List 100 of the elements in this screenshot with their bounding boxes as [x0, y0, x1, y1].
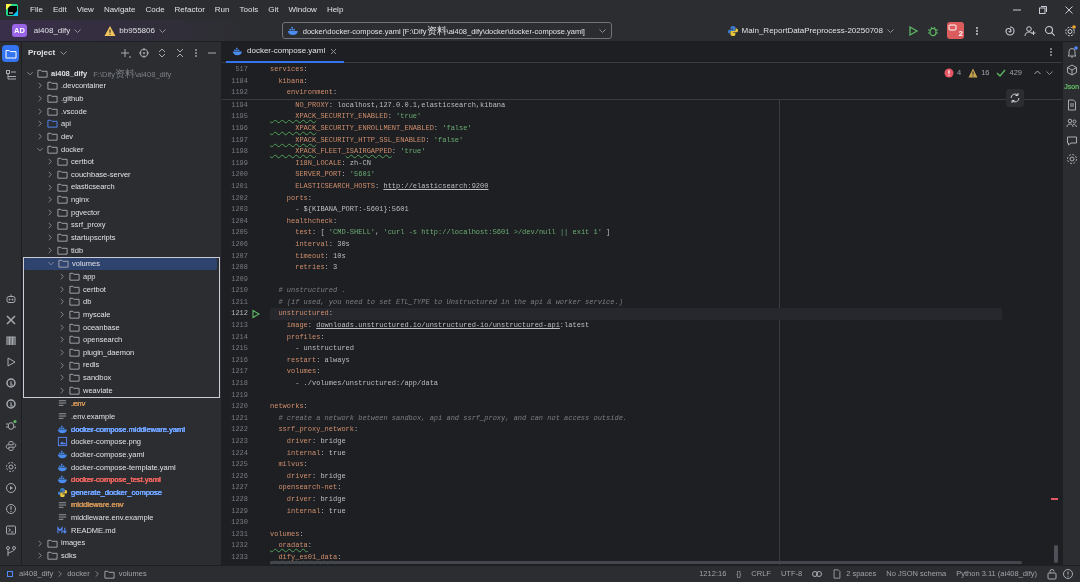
chevron-icon[interactable]	[46, 157, 54, 167]
chevron-icon[interactable]	[46, 220, 54, 230]
play-icon[interactable]	[907, 24, 919, 37]
restore-icon[interactable]	[1038, 5, 1048, 15]
text-file-icon	[57, 499, 68, 511]
menu-item[interactable]: Edit	[48, 2, 71, 18]
chevron-icon[interactable]	[36, 81, 44, 91]
menu-item[interactable]: Refactor	[170, 2, 209, 18]
chevron-icon[interactable]	[58, 347, 66, 357]
chevron-icon[interactable]	[58, 335, 66, 345]
stop-button[interactable]: 2	[947, 22, 964, 39]
gear-icon[interactable]	[1065, 152, 1078, 165]
chevron-icon	[56, 569, 65, 579]
settings-icon[interactable]	[1064, 24, 1076, 37]
chevron-icon[interactable]	[46, 233, 54, 243]
chevron-icon[interactable]	[36, 119, 44, 129]
structure-icon	[4, 68, 17, 81]
chevron-icon[interactable]	[36, 106, 44, 116]
app-logo-icon	[6, 4, 18, 16]
status-icon[interactable]	[1062, 568, 1074, 580]
chevron-icon[interactable]	[58, 284, 66, 294]
ring-icon	[4, 376, 17, 389]
more-icon[interactable]	[1048, 47, 1054, 57]
whale-icon	[57, 474, 68, 486]
chevron-icon[interactable]	[58, 385, 66, 395]
menu-item[interactable]: File	[26, 2, 47, 18]
chevron-icon[interactable]	[46, 245, 54, 255]
play-circle-icon	[4, 481, 17, 494]
gear-icon	[4, 460, 17, 473]
menu-item[interactable]: Run	[210, 2, 234, 18]
add-user-icon[interactable]	[1024, 24, 1036, 37]
error-stripe-mark	[1051, 498, 1058, 500]
editor-tab[interactable]: docker-compose.yaml	[226, 42, 345, 63]
tool-window-button[interactable]	[2, 45, 19, 62]
image-file-icon	[57, 436, 68, 448]
chevron-icon[interactable]	[58, 272, 66, 282]
problems-icon	[4, 502, 17, 515]
chevron-icon[interactable]	[36, 538, 44, 548]
chevron-icon[interactable]	[58, 297, 66, 307]
chevron-icon[interactable]	[36, 551, 44, 561]
bug-icon[interactable]	[927, 24, 939, 37]
warning-icon	[968, 67, 979, 78]
down-icon[interactable]	[1045, 68, 1054, 78]
folder-icon	[37, 67, 48, 79]
expand-icon[interactable]	[157, 47, 167, 58]
run-icon	[4, 355, 17, 368]
menu-item[interactable]: Code	[141, 2, 169, 18]
chevron-icon[interactable]	[46, 195, 54, 205]
bell-icon[interactable]	[1065, 46, 1078, 58]
chat-icon[interactable]	[1065, 134, 1078, 147]
chevron-icon[interactable]	[58, 322, 66, 332]
scrollbar-thumb[interactable]	[1054, 545, 1058, 563]
folder-icon	[69, 321, 80, 333]
menu-item[interactable]: View	[72, 2, 98, 18]
close-icon[interactable]	[329, 46, 339, 56]
chevron-icon[interactable]	[36, 132, 44, 141]
spiral-icon[interactable]	[1004, 24, 1016, 37]
chevron-icon[interactable]	[46, 169, 54, 179]
terminal-icon	[4, 523, 17, 536]
scrollbar-thumb[interactable]	[270, 561, 1022, 564]
menu-item[interactable]: Tools	[235, 2, 263, 18]
panel-title[interactable]: Project	[28, 46, 69, 59]
folder-icon	[47, 80, 58, 92]
close-icon[interactable]	[1064, 5, 1074, 15]
menu-item[interactable]: Help	[322, 2, 348, 18]
folder-icon	[47, 105, 58, 117]
folder-icon	[69, 334, 80, 346]
warning-icon	[104, 24, 117, 37]
chevron-icon[interactable]	[58, 373, 66, 383]
branch-switcher[interactable]: bb955806	[100, 22, 171, 39]
search-icon[interactable]	[1044, 24, 1056, 37]
folder-icon	[69, 384, 80, 396]
bug-icon	[4, 418, 17, 431]
goggles-icon[interactable]	[811, 568, 824, 580]
lock-icon[interactable]	[1046, 568, 1058, 580]
chevron-icon[interactable]	[58, 310, 66, 319]
more-icon[interactable]	[193, 47, 199, 58]
menu-item[interactable]: Window	[284, 2, 321, 18]
folder-icon	[69, 296, 80, 308]
folder-icon	[47, 550, 58, 562]
folder-icon	[47, 143, 58, 155]
menu-item[interactable]: Navigate	[99, 2, 140, 18]
reload-button[interactable]	[1006, 89, 1024, 107]
chevron-icon	[73, 26, 83, 35]
chevron-icon[interactable]	[58, 360, 66, 370]
folder-icon	[47, 131, 58, 142]
chevron-icon[interactable]	[46, 182, 54, 192]
menu-item[interactable]: Git	[264, 2, 283, 18]
run-gutter-icon[interactable]	[251, 309, 261, 320]
people-icon[interactable]	[1065, 116, 1078, 129]
chevron-icon[interactable]	[46, 207, 54, 217]
collapse-icon[interactable]	[175, 47, 185, 58]
cube-icon[interactable]	[1065, 64, 1078, 76]
run-config-selector[interactable]: Main_ReportDataPreprocess-20250708	[722, 22, 899, 39]
target-icon[interactable]	[139, 47, 149, 58]
folder-icon	[4, 47, 17, 60]
chevron-icon[interactable]	[36, 94, 44, 104]
document-icon[interactable]	[1065, 98, 1078, 111]
add-icon[interactable]	[120, 47, 131, 58]
folder-icon	[58, 258, 69, 270]
